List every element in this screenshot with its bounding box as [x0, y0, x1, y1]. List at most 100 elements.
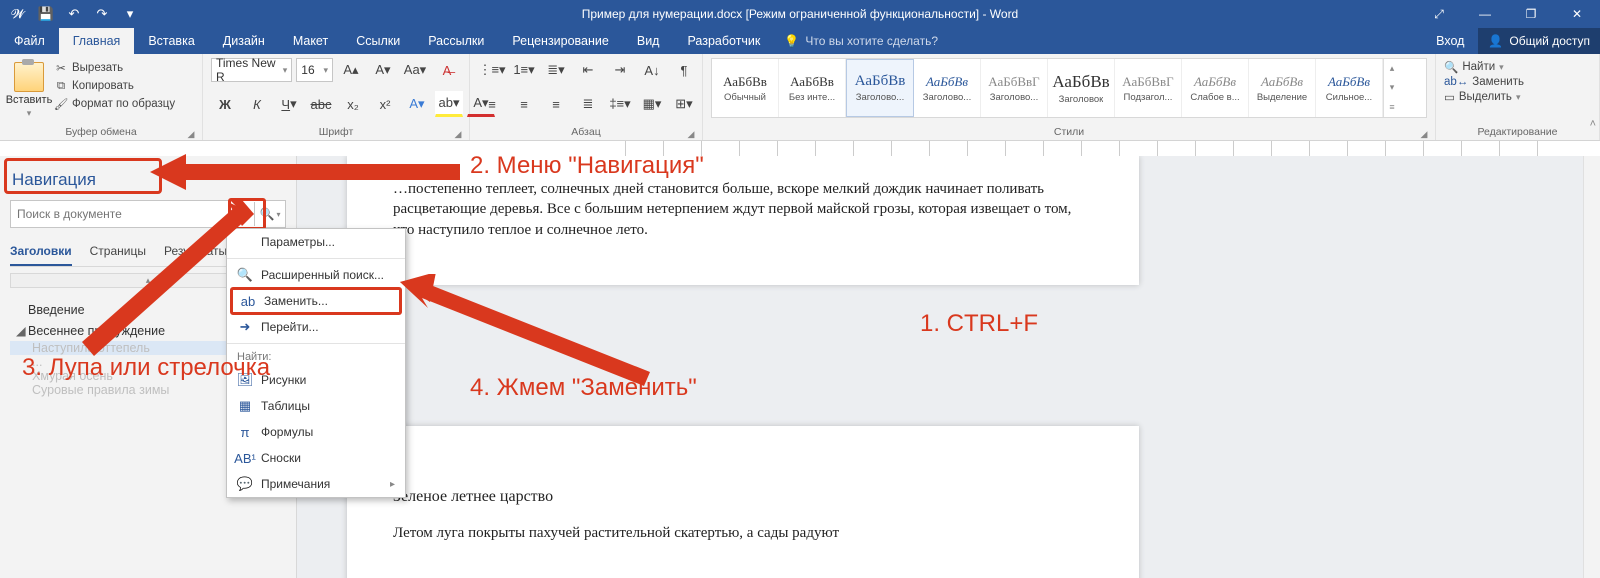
styles-launcher[interactable]: ◢ — [1419, 129, 1429, 139]
replace-icon: ab — [240, 293, 256, 309]
nav-tab-pages[interactable]: Страницы — [90, 238, 146, 266]
nav-search-dropdown-button[interactable]: 🔍▾ — [254, 202, 285, 226]
tab-view[interactable]: Вид — [623, 28, 674, 54]
strike-button[interactable]: abc — [307, 92, 335, 116]
bold-button[interactable]: Ж — [211, 92, 239, 116]
tab-references[interactable]: Ссылки — [342, 28, 414, 54]
document-area[interactable]: …постепенно теплеет, солнечных дней стан… — [297, 156, 1600, 578]
page-2[interactable]: Зеленое летнее царство Летом луга покрыт… — [347, 426, 1139, 578]
line-spacing-button[interactable]: ‡≡▾ — [606, 92, 634, 116]
dd-replace[interactable]: abЗаменить... — [230, 287, 402, 315]
style-heading1[interactable]: АаБбВвЗаголово... — [846, 59, 914, 117]
qat-save-button[interactable]: 💾 — [34, 2, 58, 26]
close-button[interactable]: ✕ — [1554, 0, 1600, 28]
highlight-button[interactable]: ab▾ — [435, 91, 463, 117]
format-painter-button[interactable]: 🖌Формат по образцу — [54, 96, 175, 112]
tab-review[interactable]: Рецензирование — [498, 28, 623, 54]
signin-link[interactable]: Вход — [1422, 34, 1478, 48]
font-name-combo[interactable]: Times New R▾ — [211, 58, 292, 82]
tab-file[interactable]: Файл — [0, 28, 59, 54]
page-1[interactable]: …постепенно теплеет, солнечных дней стан… — [347, 156, 1139, 285]
share-button[interactable]: 👤Общий доступ — [1478, 28, 1600, 54]
find-button[interactable]: 🔍Найти▾ — [1444, 60, 1591, 74]
underline-button[interactable]: Ч▾ — [275, 92, 303, 116]
tab-mailings[interactable]: Рассылки — [414, 28, 498, 54]
grow-font-button[interactable]: A▴ — [337, 58, 365, 82]
qat-redo-button[interactable]: ↷ — [90, 2, 114, 26]
body-paragraph-2: Летом луга покрыты пахучей растительной … — [393, 523, 1093, 543]
minimize-button[interactable]: — — [1462, 0, 1508, 28]
tab-home[interactable]: Главная — [59, 28, 135, 54]
indent-dec-button[interactable]: ⇤ — [574, 58, 602, 82]
pi-icon: π — [237, 424, 253, 440]
ribbon-tabs: Файл Главная Вставка Дизайн Макет Ссылки… — [0, 28, 1600, 54]
paragraph-launcher[interactable]: ◢ — [686, 129, 696, 139]
nav-tab-results[interactable]: Результаты — [164, 238, 227, 266]
style-subtle[interactable]: АаБбВвСлабое в... — [1182, 59, 1249, 117]
sort-button[interactable]: A↓ — [638, 58, 666, 82]
ribbon-options-button[interactable]: ⤢ — [1416, 0, 1462, 28]
styles-gallery[interactable]: АаБбВвОбычный АаБбВвБез инте... АаБбВвЗа… — [711, 58, 1427, 118]
font-launcher[interactable]: ◢ — [453, 129, 463, 139]
style-strong[interactable]: АаБбВвСильное... — [1316, 59, 1383, 117]
numbering-button[interactable]: 1≡▾ — [510, 58, 538, 82]
tab-developer[interactable]: Разработчик — [673, 28, 774, 54]
nav-search-box[interactable]: 🔍▾ — [10, 200, 286, 228]
shading-button[interactable]: ▦▾ — [638, 92, 666, 116]
copy-icon: ⧉ — [54, 79, 68, 93]
collapse-ribbon-button[interactable]: ˄ — [1590, 118, 1596, 130]
style-title[interactable]: АаБбВвЗаголовок — [1048, 59, 1115, 117]
multilevel-button[interactable]: ≣▾ — [542, 58, 570, 82]
dd-comments[interactable]: 💬Примечания▸ — [227, 471, 405, 497]
bulb-icon: 💡 — [784, 34, 799, 48]
clipboard-launcher[interactable]: ◢ — [186, 129, 196, 139]
qat-customize-button[interactable]: ▾ — [118, 2, 142, 26]
align-left-button[interactable]: ≡ — [478, 92, 506, 116]
show-marks-button[interactable]: ¶ — [670, 58, 698, 82]
text-effects-button[interactable]: A▾ — [403, 92, 431, 116]
dd-footnotes[interactable]: AB¹Сноски — [227, 445, 405, 471]
tab-insert[interactable]: Вставка — [134, 28, 208, 54]
dd-goto[interactable]: ➜Перейти... — [227, 314, 405, 340]
italic-button[interactable]: К — [243, 92, 271, 116]
justify-button[interactable]: ≣ — [574, 92, 602, 116]
style-subtitle[interactable]: АаБбВвГПодзагол... — [1115, 59, 1182, 117]
replace-icon: ab↔ — [1444, 76, 1468, 88]
styles-more-button[interactable]: ▴▾≡ — [1383, 59, 1400, 117]
nav-search-input[interactable] — [11, 207, 254, 221]
align-right-button[interactable]: ≡ — [542, 92, 570, 116]
style-heading2[interactable]: АаБбВвЗаголово... — [914, 59, 981, 117]
shrink-font-button[interactable]: A▾ — [369, 58, 397, 82]
style-emphasis[interactable]: АаБбВвВыделение — [1249, 59, 1316, 117]
qat-undo-button[interactable]: ↶ — [62, 2, 86, 26]
paste-button[interactable]: Вставить▾ — [8, 58, 50, 119]
restore-button[interactable]: ❐ — [1508, 0, 1554, 28]
tab-layout[interactable]: Макет — [279, 28, 342, 54]
subscript-button[interactable]: x₂ — [339, 92, 367, 116]
replace-button[interactable]: ab↔Заменить — [1444, 76, 1591, 88]
align-center-button[interactable]: ≡ — [510, 92, 538, 116]
dd-formulas[interactable]: πФормулы — [227, 419, 405, 445]
annotation-3: 3. Лупа или стрелочка — [22, 354, 270, 383]
copy-button[interactable]: ⧉Копировать — [54, 78, 175, 94]
dd-tables[interactable]: ▦Таблицы — [227, 393, 405, 419]
style-normal[interactable]: АаБбВвОбычный — [712, 59, 779, 117]
dd-advanced-find[interactable]: 🔍Расширенный поиск... — [227, 262, 405, 288]
font-size-combo[interactable]: 16▾ — [296, 58, 333, 82]
nav-tab-headings[interactable]: Заголовки — [10, 238, 72, 266]
clear-format-button[interactable]: A̶ — [433, 58, 461, 82]
change-case-button[interactable]: Aa▾ — [401, 58, 429, 82]
word-icon: 𝓦 — [6, 2, 30, 26]
indent-inc-button[interactable]: ⇥ — [606, 58, 634, 82]
tab-design[interactable]: Дизайн — [209, 28, 279, 54]
bullets-button[interactable]: ⋮≡▾ — [478, 58, 506, 82]
cut-button[interactable]: ✂Вырезать — [54, 60, 175, 76]
style-nospacing[interactable]: АаБбВвБез инте... — [779, 59, 846, 117]
style-heading3[interactable]: АаБбВвГЗаголово... — [981, 59, 1048, 117]
vertical-scrollbar[interactable] — [1583, 156, 1600, 578]
borders-button[interactable]: ⊞▾ — [670, 92, 698, 116]
dd-options[interactable]: Параметры... — [227, 229, 405, 255]
select-button[interactable]: ▭Выделить▾ — [1444, 90, 1591, 104]
tell-me-search[interactable]: 💡Что вы хотите сделать? — [774, 28, 938, 54]
superscript-button[interactable]: x² — [371, 92, 399, 116]
